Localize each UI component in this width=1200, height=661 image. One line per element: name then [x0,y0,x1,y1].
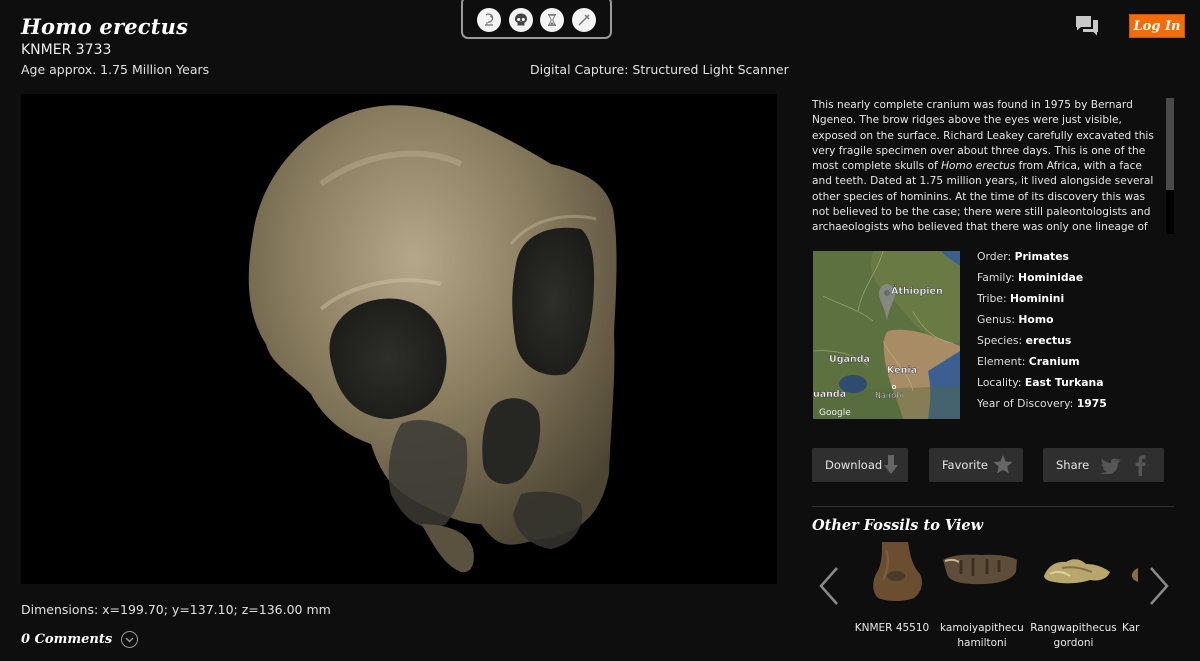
taxonomy-key: Tribe: [977,292,1011,305]
fossil-label-truncated[interactable]: Kar [1122,621,1141,636]
fossil-label-knmer-45510[interactable]: KNMER 45510 [850,621,934,636]
description-text: This nearly complete cranium was found i… [812,98,1158,234]
taxonomy-value: erectus [1025,334,1072,347]
fossil-thumbnail[interactable] [868,540,926,602]
favorite-button[interactable]: Favorite [929,448,1023,482]
taxonomy-value: Primates [1014,250,1069,263]
3d-model-viewer[interactable] [21,94,777,584]
twitter-icon[interactable] [1100,458,1122,474]
specimen-id: KNMER 3733 [21,42,112,58]
chat-icon[interactable] [1075,15,1099,37]
hourglass-tool-button[interactable] [540,7,565,32]
capture-method: Digital Capture: Structured Light Scanne… [530,62,789,77]
taxonomy-key: Order: [977,250,1015,263]
taxonomy-list: Order: Primates Family: Hominidae Tribe: H… [977,250,1107,418]
fossil-label-line: Rangwapithecus [1030,622,1117,634]
carousel-prev-arrow-icon[interactable] [818,566,840,606]
skull-tool-button[interactable] [508,7,533,32]
dimensions-readout: Dimensions: x=199.70; y=137.10; z=136.00… [21,602,331,617]
map-label-uganda: Uganda [829,354,870,365]
scrollbar-thumb[interactable] [1166,98,1174,190]
fossil-label-rangwapithecus[interactable]: Rangwapithecus gordoni [1030,621,1117,651]
fossil-label-kamoyapithecus[interactable]: kamoiyapithecus hamiltoni [940,621,1024,651]
map-image: Äthiopien Uganda Kenia uanda Nairobi Goo… [813,251,960,419]
star-icon [993,455,1013,474]
taxonomy-row: Year of Discovery: 1975 [977,397,1107,418]
taxonomy-row: Family: Hominidae [977,271,1107,292]
download-arrow-icon [884,455,898,474]
locality-map[interactable]: Äthiopien Uganda Kenia uanda Nairobi Goo… [813,251,960,419]
taxonomy-value: 1975 [1076,397,1107,410]
taxonomy-row: Locality: East Turkana [977,376,1107,397]
chevron-down-icon[interactable] [121,631,139,648]
fossil-thumbnail[interactable] [1131,568,1138,582]
skull-icon [514,13,527,25]
fossil-label-line: hamiltoni [957,637,1007,649]
viewer-toolbar [461,0,612,39]
share-button[interactable]: Share [1043,448,1164,482]
fossil-label-line: gordoni [1053,637,1094,649]
skull-model [248,105,617,573]
map-label-kenya: Kenia [887,365,917,376]
taxonomy-row: Element: Cranium [977,355,1107,376]
taxonomy-row: Genus: Homo [977,313,1107,334]
taxonomy-key: Family: [977,271,1019,284]
specimen-age: Age approx. 1.75 Million Years [21,62,210,77]
fossil-label-line: Kar [1122,622,1140,634]
taxonomy-key: Genus: [977,313,1019,326]
share-label: Share [1056,458,1090,472]
microscope-tool-button[interactable] [476,7,501,32]
download-label: Download [825,458,883,472]
hourglass-icon [548,13,557,26]
favorite-label: Favorite [942,458,988,472]
taxonomy-value: East Turkana [1024,376,1104,389]
fossil-label-line: kamoiyapithecus [940,622,1024,634]
map-label-ethiopia: Äthiopien [891,286,943,297]
comments-count: 0 Comments [21,632,113,647]
taxonomy-row: Order: Primates [977,250,1107,271]
download-button[interactable]: Download [812,448,908,482]
taxonomy-value: Cranium [1028,355,1080,368]
microscope-icon [484,12,494,26]
comments-toggle[interactable]: 0 Comments [21,631,139,648]
taxonomy-value: Homo [1018,313,1054,326]
taxonomy-row: Tribe: Hominini [977,292,1107,313]
taxonomy-value: Hominidae [1018,271,1084,284]
measure-tool-button[interactable] [572,7,597,32]
description-species-italic: Homo erectus [941,160,1016,173]
description-panel: This nearly complete cranium was found i… [812,98,1178,234]
page-title: Homo erectus [21,14,189,39]
other-fossils-heading: Other Fossils to View [812,517,984,534]
fossil-label-line: KNMER 45510 [854,622,930,634]
measure-icon [578,14,590,25]
description-scrollbar[interactable] [1166,98,1174,234]
map-label-rwanda: uanda [813,389,846,400]
fossil-thumbnail[interactable] [941,552,1019,586]
google-logo: Google [819,408,851,418]
taxonomy-key: Locality: [977,376,1025,389]
taxonomy-row: Species: erectus [977,334,1107,355]
taxonomy-key: Element: [977,355,1029,368]
login-button[interactable]: Log In [1129,14,1185,38]
taxonomy-key: Year of Discovery: [977,397,1077,410]
facebook-icon[interactable] [1134,454,1146,476]
fossil-thumbnail[interactable] [1042,556,1112,586]
taxonomy-key: Species: [977,334,1026,347]
taxonomy-value: Hominini [1010,292,1065,305]
section-divider [812,506,1174,507]
carousel-next-arrow-icon[interactable] [1148,566,1170,606]
map-label-nairobi: Nairobi [875,391,903,400]
